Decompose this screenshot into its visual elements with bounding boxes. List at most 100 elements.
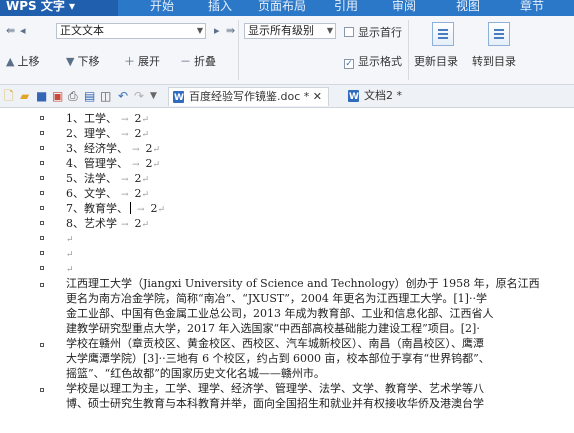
outline-bullet[interactable]: [40, 146, 44, 150]
paragraph-line: 学校在赣州（章贡校区、黄金校区、西校区、汽车城新校区）、南昌（南昌校区）、鹰潭: [66, 337, 484, 350]
goto-toc-icon[interactable]: [488, 22, 510, 46]
document-tab-active[interactable]: 百度经验写作镜鉴.doc * ✕: [168, 87, 329, 107]
outline-bullet[interactable]: [40, 283, 44, 287]
demote-button[interactable]: ▸: [214, 24, 220, 37]
print-icon[interactable]: ⎙: [68, 88, 78, 104]
checkbox-box-checked: ✓: [344, 59, 354, 69]
export-pdf-icon[interactable]: ▣: [52, 88, 63, 104]
list-item: 2、理学、 → 2↵: [0, 126, 574, 141]
list-item: 3、经济学、 → 2↵: [0, 141, 574, 156]
item-value: 2: [134, 217, 142, 230]
item-value: 2: [134, 112, 142, 125]
document-area[interactable]: 1、工学、 → 2↵ 2、理学、 → 2↵ 3、经济学、 → 2↵ 4、管理学、 → 2↵ 5、…: [0, 108, 574, 433]
move-up-button[interactable]: ▲ 上移: [6, 53, 39, 69]
arrow-down-icon: ▼: [66, 55, 75, 68]
collapse-button[interactable]: －折叠: [180, 53, 216, 69]
undo-icon[interactable]: ↶: [118, 88, 128, 104]
outline-bullet[interactable]: [40, 221, 44, 225]
outline-bullet[interactable]: [40, 236, 44, 240]
outline-bullet[interactable]: [40, 131, 44, 135]
show-format-checkbox[interactable]: ✓ 显示格式: [344, 53, 402, 69]
list-item: 7、教育学、 → 2↵: [0, 201, 574, 216]
document-tab-label: 文档2 *: [364, 89, 402, 102]
arrow-up-icon: ▲: [6, 55, 15, 68]
save-icon[interactable]: ■: [36, 88, 47, 104]
item-label: 7、教育学、: [66, 202, 128, 215]
outline-bullet[interactable]: [40, 116, 44, 120]
show-format-label: 显示格式: [358, 55, 402, 68]
promote-to-heading1-button[interactable]: ⇚: [6, 24, 15, 37]
document-tab[interactable]: 文档2 *: [344, 87, 408, 106]
chevron-down-icon: ▼: [326, 26, 333, 35]
title-bar: WPS 文字 ▾ 开始 插入 页面布局 引用 审阅 视图 章节: [0, 0, 574, 16]
new-document-icon[interactable]: 🗋: [4, 88, 14, 104]
paragraph-line: 大学鹰潭学院）[3]··三地有 6 个校区，约占到 6000 亩，校本部位于享有…: [66, 352, 490, 365]
expand-button[interactable]: ＋展开: [124, 53, 160, 69]
outline-bullet[interactable]: [40, 388, 44, 392]
paragraph-line: 摇篮”、“红色故都”的国家历史文化名城——赣州市。: [66, 367, 325, 380]
outline-bullet[interactable]: [40, 251, 44, 255]
document-tab-label: 百度经验写作镜鉴.doc * ✕: [189, 90, 322, 103]
text-cursor: [130, 202, 131, 214]
goto-toc-button[interactable]: 转到目录: [472, 53, 516, 69]
chevron-down-icon: ▼: [196, 26, 203, 35]
outline-level-combo[interactable]: 正文文本 ▼: [56, 23, 206, 39]
list-item: 5、法学、 → 2↵: [0, 171, 574, 186]
customize-dropdown-icon[interactable]: ▼: [150, 88, 157, 104]
tab-view[interactable]: 视图: [456, 0, 480, 15]
tab-home[interactable]: 开始: [150, 0, 174, 15]
item-label: 6、文学、: [66, 187, 117, 200]
redo-icon[interactable]: ↷: [134, 88, 144, 104]
item-label: 3、经济学、: [66, 142, 128, 155]
outline-bullet[interactable]: [40, 161, 44, 165]
print-preview-icon[interactable]: ▤: [84, 88, 95, 104]
paragraph-line: 博、硕士研究生教育与本科教育并举，面向全国招生和就业并有权接收华侨及港澳台学: [66, 397, 484, 410]
app-menu-button[interactable]: WPS 文字 ▾: [0, 0, 118, 16]
move-up-label: 上移: [17, 55, 40, 68]
tab-references[interactable]: 引用: [334, 0, 358, 15]
outline-bullet[interactable]: [40, 176, 44, 180]
toolbar-divider: [238, 20, 239, 80]
empty-paragraph: ↵: [0, 261, 574, 276]
app-name: WPS 文字: [6, 0, 65, 13]
open-folder-icon[interactable]: ▰: [20, 88, 29, 104]
list-item: 1、工学、 → 2↵: [0, 111, 574, 126]
outline-bullet[interactable]: [40, 266, 44, 270]
paragraph-line: 建教学研究型重点大学，2017 年入选国家“中西部高校基础能力建设工程”项目。[…: [66, 322, 480, 335]
tab-review[interactable]: 审阅: [392, 0, 416, 15]
paragraph-line: 更名为南方冶金学院，简称“南冶”、“JXUST”，2004 年更名为江西理工大学…: [66, 292, 487, 305]
show-first-line-label: 显示首行: [358, 26, 402, 39]
update-toc-button[interactable]: 更新目录: [414, 53, 458, 69]
item-value: 2: [134, 187, 142, 200]
item-label: 2、理学、: [66, 127, 117, 140]
find-icon[interactable]: ◫: [100, 88, 111, 104]
paragraph-line: 金工业部、中国有色金属工业总公司，2013 年成为教育部、工业和信息化部、江西省…: [66, 307, 494, 320]
move-down-button[interactable]: ▼ 下移: [66, 53, 99, 69]
paragraph-line: 江西理工大学（Jiangxi University of Science and…: [66, 277, 540, 290]
tab-insert[interactable]: 插入: [208, 0, 232, 15]
plus-icon: ＋: [124, 55, 135, 68]
minus-icon: －: [180, 55, 191, 68]
tab-chapter[interactable]: 章节: [520, 0, 544, 15]
move-down-label: 下移: [77, 55, 100, 68]
item-value: 2: [145, 142, 153, 155]
item-value: 2: [134, 172, 142, 185]
outline-bullet[interactable]: [40, 191, 44, 195]
outline-bullet[interactable]: [40, 206, 44, 210]
item-label: 4、管理学、: [66, 157, 128, 170]
empty-paragraph: ↵: [0, 246, 574, 261]
tab-page-layout[interactable]: 页面布局: [258, 0, 306, 15]
show-first-line-checkbox[interactable]: 显示首行: [344, 24, 402, 40]
outline-toolbar: ⇚ ◂ 正文文本 ▼ ▸ ⇛ 显示所有级别 ▼ 显示首行 ▲ 上移 ▼ 下移 ＋展开…: [0, 16, 574, 85]
outline-bullet[interactable]: [40, 343, 44, 347]
toolbar-divider: [408, 20, 409, 80]
update-toc-icon[interactable]: [432, 22, 454, 46]
empty-paragraph: ↵: [0, 231, 574, 246]
item-label: 5、法学、: [66, 172, 117, 185]
show-level-combo[interactable]: 显示所有级别 ▼: [244, 23, 336, 39]
promote-button[interactable]: ◂: [20, 24, 26, 37]
list-item: 4、管理学、 → 2↵: [0, 156, 574, 171]
demote-to-body-button[interactable]: ⇛: [226, 24, 235, 37]
list-item: 8、艺术学 → 2↵: [0, 216, 574, 231]
expand-label: 展开: [138, 55, 160, 68]
